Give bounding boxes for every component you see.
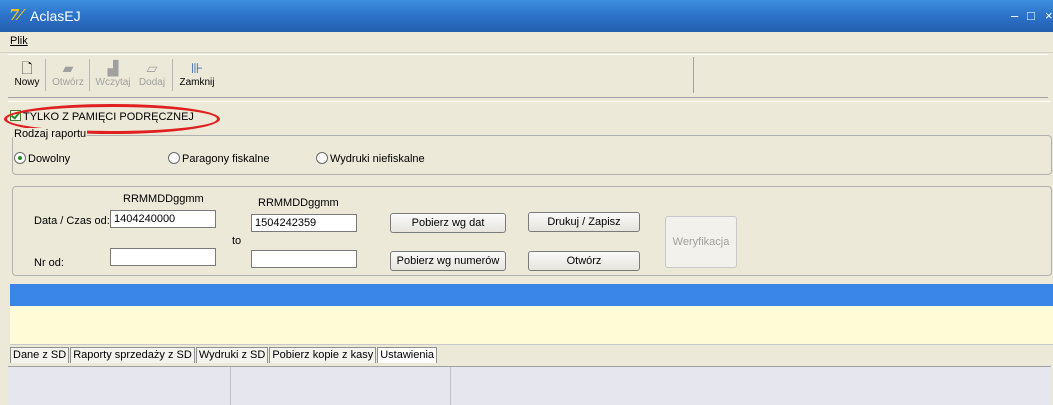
data-grid-area[interactable] — [10, 306, 1053, 345]
title-bar[interactable]: 7⁄ AclasEJ – □ × — [0, 0, 1053, 32]
nr-to-input[interactable] — [251, 250, 357, 268]
radio-any-label: Dowolny — [28, 153, 71, 165]
radio-fiscal-label: Paragony fiskalne — [182, 153, 270, 165]
nr-from-label: Nr od: — [34, 257, 64, 269]
tab-printouts[interactable]: Wydruki z SD — [195, 347, 269, 363]
toolbar-separator — [172, 59, 173, 91]
toolbar-open-button[interactable]: ▰ Otwórz — [50, 59, 86, 93]
fetch-by-numbers-button[interactable]: Pobierz wg numerów — [390, 251, 506, 271]
tab-sd-data[interactable]: Dane z SD — [10, 347, 70, 363]
toolbar-new-label: Nowy — [14, 77, 40, 88]
close-door-icon: ⊪ — [190, 60, 204, 76]
status-bar — [8, 366, 1051, 405]
status-cell — [230, 367, 451, 405]
date-to-input[interactable] — [251, 214, 357, 232]
nr-from-input[interactable] — [110, 248, 216, 266]
minimize-button[interactable]: – — [1011, 8, 1018, 23]
toolbar-close-button[interactable]: ⊪ Zamknij — [176, 59, 218, 93]
toolbar-close-label: Zamknij — [179, 77, 215, 88]
selected-grid-row[interactable] — [10, 284, 1053, 306]
tab-sales-reports[interactable]: Raporty sprzedaży z SD — [70, 347, 195, 363]
date-format-hint-to: RRMMDDggmm — [258, 197, 339, 209]
add-icon: ▱ — [146, 60, 158, 76]
radio-fiscal-receipts[interactable]: Paragony fiskalne — [168, 152, 269, 165]
tab-settings[interactable]: Ustawienia — [377, 347, 438, 363]
toolbar-add-button[interactable]: ▱ Dodaj — [135, 59, 169, 93]
application-window: 7⁄ AclasEJ – □ × Plik 🗋 Nowy ▰ Otwórz ▟ … — [0, 0, 1053, 405]
new-document-icon: 🗋 — [21, 60, 33, 76]
toolbar: 🗋 Nowy ▰ Otwórz ▟ Wczytaj ▱ Dodaj ⊪ Zamk… — [8, 54, 1048, 98]
date-from-input[interactable] — [110, 210, 216, 228]
radio-empty-icon — [316, 152, 328, 164]
window-title: AclasEJ — [30, 8, 81, 24]
report-type-legend: Rodzaj raportu — [13, 128, 88, 140]
date-format-hint-from: RRMMDDggmm — [123, 193, 204, 205]
toolbar-load-label: Wczytaj — [95, 77, 131, 88]
radio-empty-icon — [168, 152, 180, 164]
open-button[interactable]: Otwórz — [528, 251, 640, 271]
tab-strip: Dane z SD Raporty sprzedaży z SD Wydruki z… — [10, 347, 438, 365]
maximize-button[interactable]: □ — [1027, 8, 1035, 23]
toolbar-open-label: Otwórz — [52, 77, 84, 88]
radio-nonfiscal[interactable]: Wydruki niefiskalne — [316, 152, 425, 165]
menu-bar: Plik — [0, 32, 1053, 53]
close-window-button[interactable]: × — [1045, 8, 1053, 23]
radio-any[interactable]: Dowolny — [14, 152, 70, 165]
toolbar-new-button[interactable]: 🗋 Nowy — [12, 59, 42, 93]
fetch-by-dates-button[interactable]: Pobierz wg dat — [390, 213, 506, 233]
date-from-label: Data / Czas od: — [34, 215, 110, 227]
toolbar-load-button[interactable]: ▟ Wczytaj — [93, 59, 133, 93]
load-icon: ▟ — [107, 60, 119, 76]
toolbar-divider — [693, 57, 694, 93]
toolbar-add-label: Dodaj — [138, 77, 166, 88]
radio-nonfiscal-label: Wydruki niefiskalne — [330, 153, 425, 165]
tab-fetch-copies[interactable]: Pobierz kopie z kasy — [269, 347, 377, 363]
verify-button[interactable]: Weryfikacja — [665, 216, 737, 268]
print-save-button[interactable]: Drukuj / Zapisz — [528, 212, 640, 232]
to-label: to — [232, 235, 242, 247]
menu-item-plik[interactable]: Plik — [10, 35, 28, 47]
toolbar-separator — [45, 59, 46, 91]
open-icon: ▰ — [62, 60, 74, 76]
app-logo-icon: 7⁄ — [9, 6, 22, 24]
radio-selected-icon — [14, 152, 26, 164]
status-cell — [8, 367, 231, 405]
toolbar-separator — [89, 59, 90, 91]
